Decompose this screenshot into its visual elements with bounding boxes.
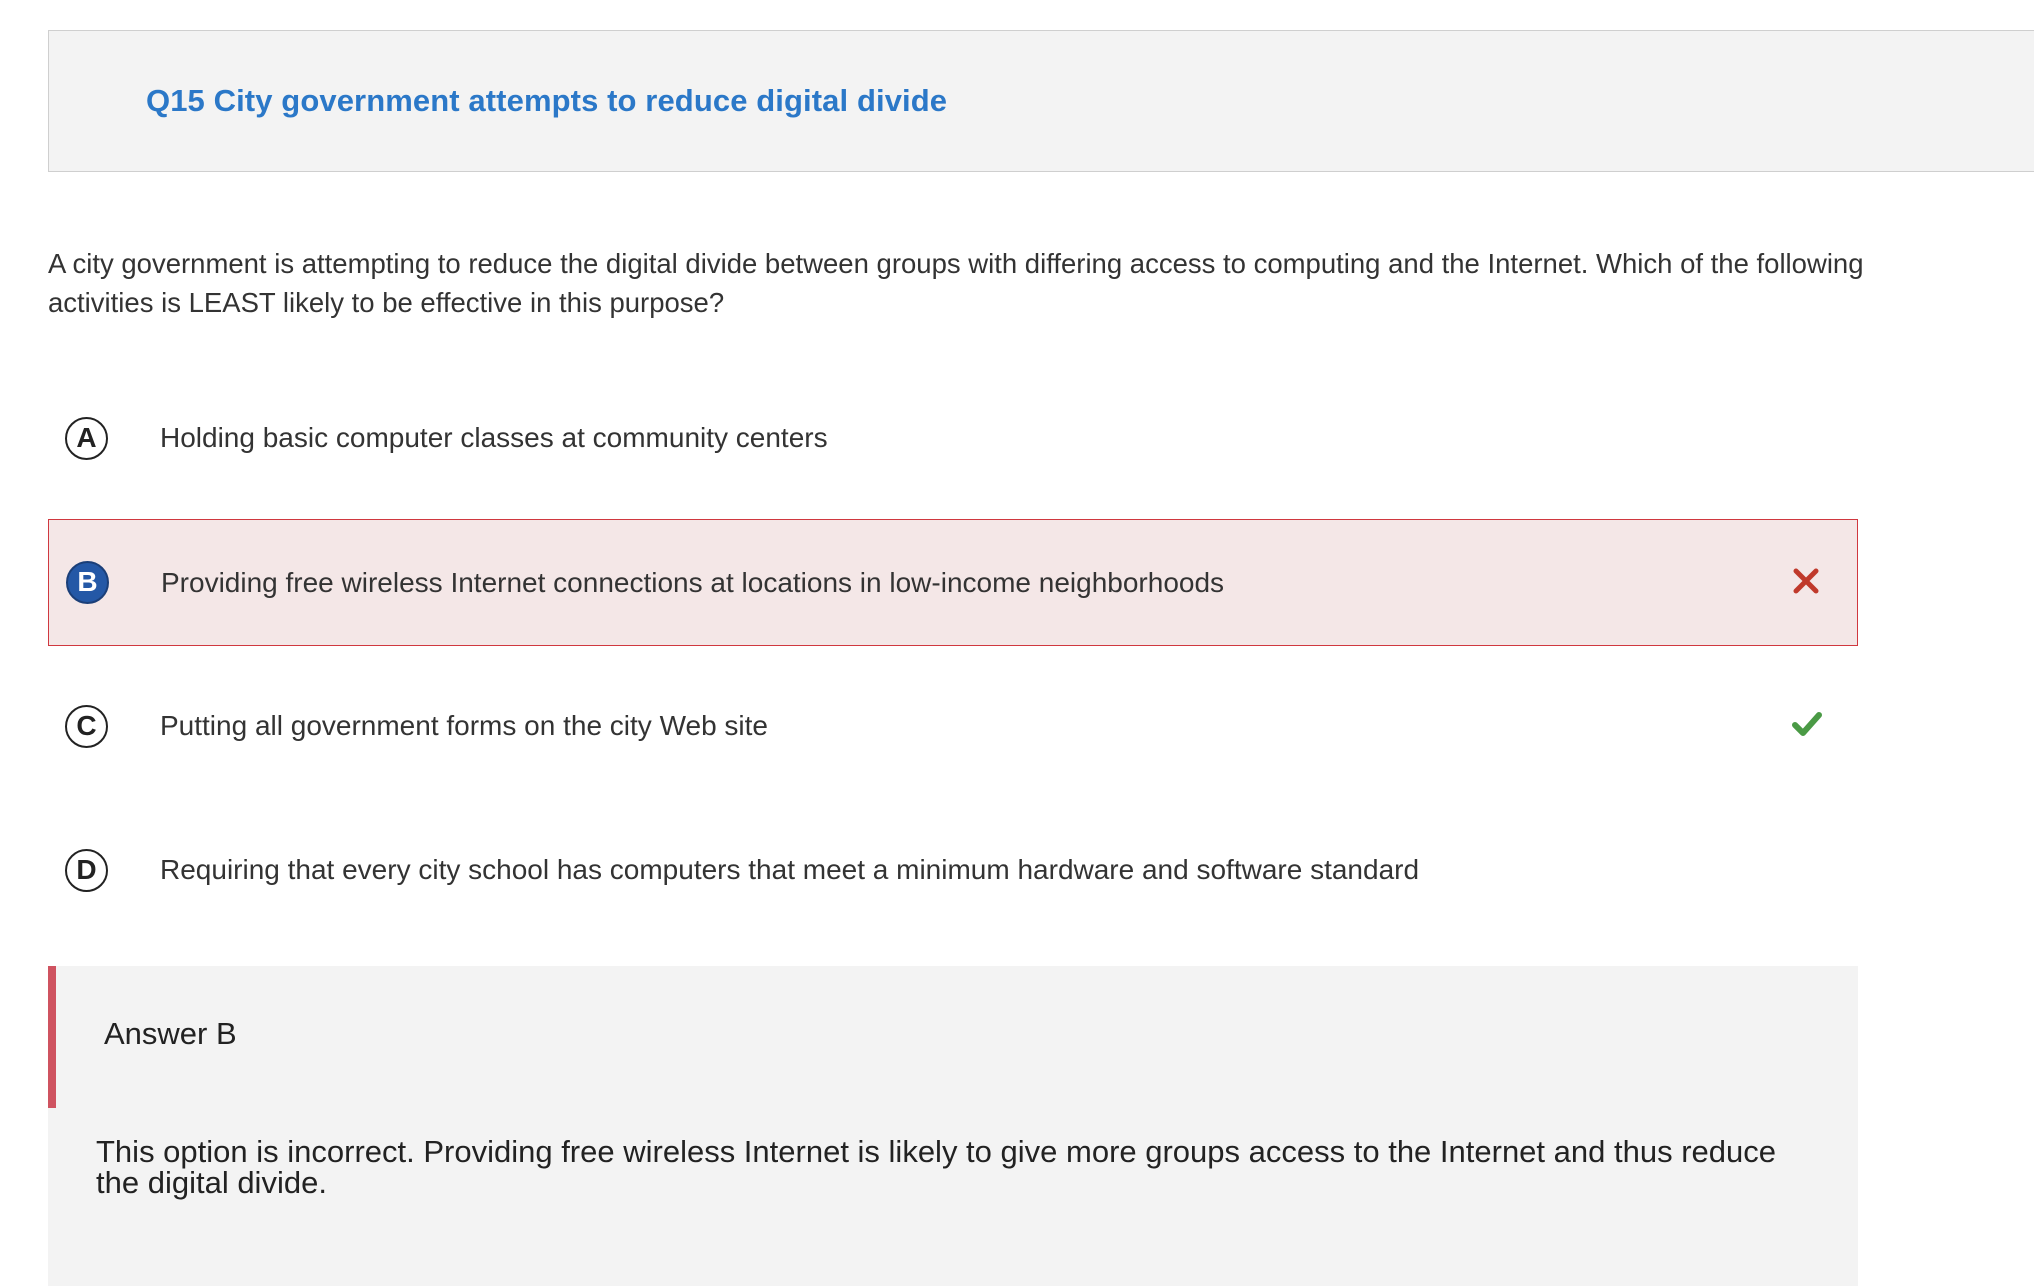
- feedback-heading: Answer B: [104, 1016, 237, 1051]
- option-letter-c: C: [65, 705, 108, 748]
- checkmark-icon: [1792, 712, 1822, 736]
- option-b[interactable]: B Providing free wireless Internet conne…: [48, 519, 1858, 646]
- answer-feedback-panel: Answer B This option is incorrect. Provi…: [48, 966, 1858, 1286]
- feedback-explanation: This option is incorrect. Providing free…: [96, 1134, 1776, 1200]
- option-d[interactable]: D Requiring that every city school has c…: [48, 807, 1858, 934]
- option-c[interactable]: C Putting all government forms on the ci…: [48, 663, 1858, 790]
- option-text-c: Putting all government forms on the city…: [160, 710, 768, 741]
- option-a[interactable]: A Holding basic computer classes at comm…: [48, 375, 1858, 502]
- option-text-b: Providing free wireless Internet connect…: [161, 567, 1225, 598]
- option-letter-a: A: [65, 417, 108, 460]
- option-letter-d: D: [65, 849, 108, 892]
- option-letter-b: B: [66, 561, 109, 604]
- feedback-accent-bar: [48, 966, 56, 1108]
- question-prompt: A city government is attempting to reduc…: [48, 248, 1864, 318]
- option-text-a: Holding basic computer classes at commun…: [160, 422, 828, 453]
- x-icon: [1793, 568, 1819, 594]
- option-text-d: Requiring that every city school has com…: [160, 854, 1420, 885]
- question-title: Q15 City government attempts to reduce d…: [146, 83, 948, 118]
- question-header: Q15 City government attempts to reduce d…: [48, 30, 2034, 172]
